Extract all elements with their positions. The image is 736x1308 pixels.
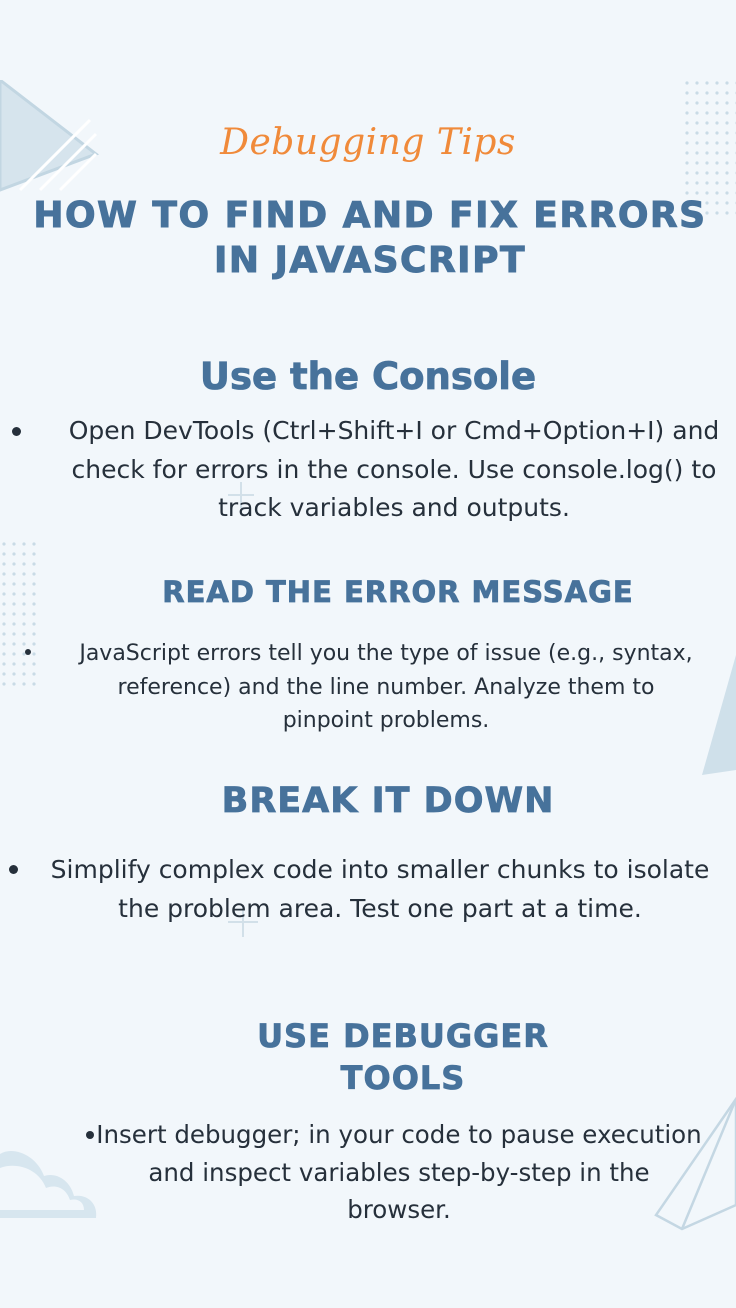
bullet-icon [12, 427, 21, 436]
bullet-icon [86, 1131, 94, 1139]
section-text-break-it-down: Simplify complex code into smaller chunk… [50, 855, 710, 923]
section-heading-debugger-tools: USE DEBUGGER TOOLS [243, 1015, 563, 1099]
section-text-console: Open DevTools (Ctrl+Shift+I or Cmd+Optio… [68, 416, 720, 522]
dot-grid-left-decoration [0, 540, 36, 686]
section-heading-console: Use the Console [199, 355, 537, 399]
section-heading-error-message: READ THE ERROR MESSAGE [162, 575, 634, 610]
bullet-icon [9, 865, 18, 874]
bullet-icon [25, 649, 31, 655]
page-title: HOW TO FIND AND FIX ERRORS IN JAVASCRIPT [24, 193, 716, 283]
section-text-debugger-tools: Insert debugger; in your code to pause e… [96, 1120, 702, 1224]
page-title-text: HOW TO FIND AND FIX ERRORS IN JAVASCRIPT [33, 195, 707, 282]
section-text-error-message: JavaScript errors tell you the type of i… [79, 641, 693, 733]
section-heading-debugger-tools-text: USE DEBUGGER TOOLS [257, 1017, 549, 1098]
section-heading-break-it-down: BREAK IT DOWN [221, 781, 555, 822]
subtitle: Debugging Tips [220, 122, 516, 163]
cloud-icon [0, 1150, 97, 1218]
triangle-right-decoration [702, 655, 736, 775]
